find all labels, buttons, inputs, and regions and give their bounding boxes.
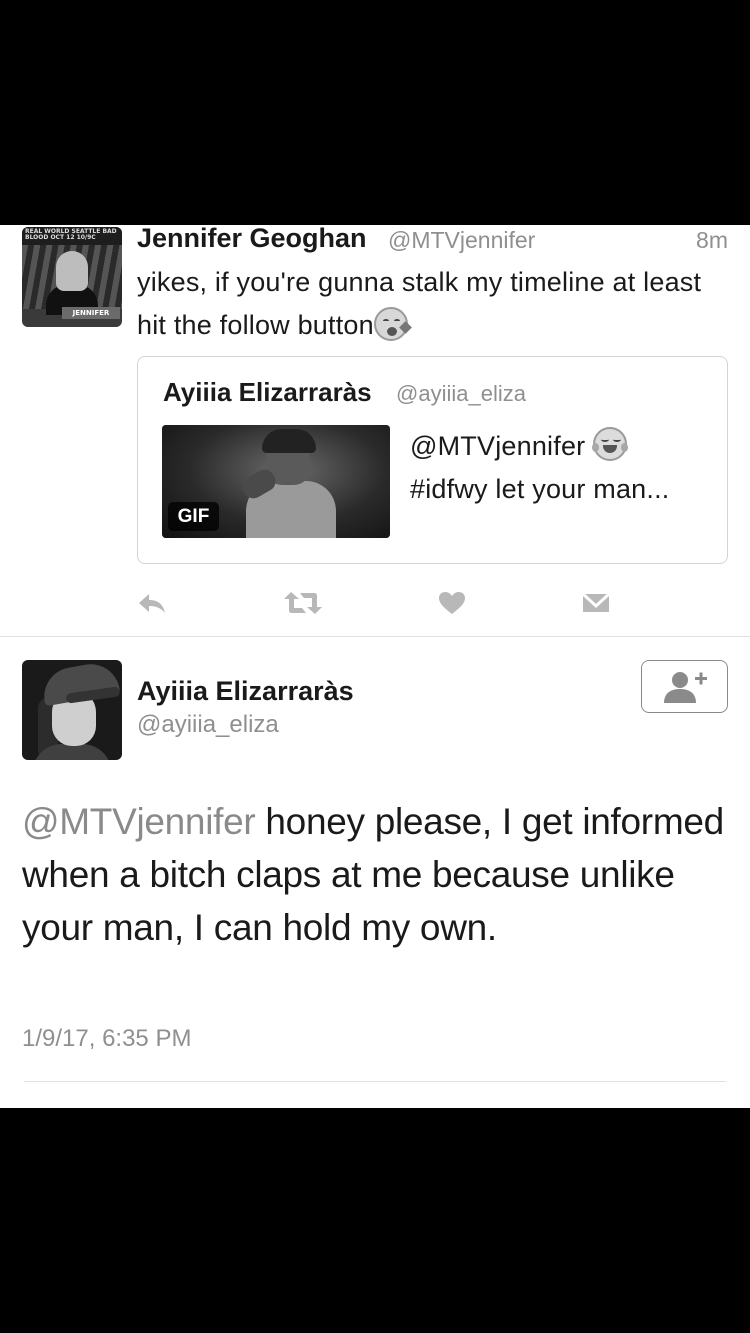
author-handle[interactable]: @MTVjennifer — [388, 227, 535, 254]
timeline-tweet[interactable]: REAL WORLD SEATTLE BAD BLOOD OCT 12 10/9… — [0, 225, 750, 637]
tweet-text-content: yikes, if you're gunna stalk my timeline… — [137, 267, 702, 340]
quoted-author-handle: @ayiiia_eliza — [396, 381, 526, 406]
like-icon[interactable] — [432, 583, 472, 623]
quoted-mention: @MTVjennifer — [410, 431, 586, 461]
retweet-icon[interactable] — [283, 583, 323, 623]
divider — [24, 1081, 726, 1082]
author-name[interactable]: Jennifer Geoghan — [137, 225, 367, 254]
detail-avatar[interactable] — [22, 660, 122, 760]
bottom-black-bar — [0, 1108, 750, 1333]
tweet-text: yikes, if you're gunna stalk my timeline… — [137, 261, 727, 347]
avatar-poster-label: JENNIFER — [62, 307, 120, 319]
follow-button[interactable] — [641, 660, 728, 713]
tweet-screen: REAL WORLD SEATTLE BAD BLOOD OCT 12 10/9… — [0, 225, 750, 1108]
quoted-gif-thumbnail[interactable]: GIF — [162, 425, 390, 538]
avatar-person-head — [56, 251, 88, 291]
detail-tweet-text: @MTVjennifer honey please, I get informe… — [22, 795, 732, 954]
detail-mention-link[interactable]: @MTVjennifer — [22, 801, 256, 842]
avatar-poster-text: REAL WORLD SEATTLE BAD BLOOD OCT 12 10/9… — [25, 228, 117, 241]
top-black-bar — [0, 0, 750, 225]
detail-author-handle[interactable]: @ayiiia_eliza — [137, 711, 279, 739]
avatar[interactable]: REAL WORLD SEATTLE BAD BLOOD OCT 12 10/9… — [22, 227, 122, 327]
detail-author-name[interactable]: Ayiiia Elizarraràs — [137, 676, 354, 707]
tears-of-joy-emoji-icon — [592, 427, 629, 461]
quoted-tweet-card[interactable]: Ayiiia Elizarraràs @ayiiia_eliza GIF @MT… — [137, 356, 728, 564]
kissing-face-emoji-icon — [373, 307, 412, 341]
quoted-author-name: Ayiiia Elizarraràs — [163, 377, 372, 407]
gif-figure-hair — [262, 429, 316, 453]
reply-icon[interactable] — [132, 583, 172, 623]
direct-message-icon[interactable] — [576, 583, 616, 623]
quoted-text-line2: #idfwy let your man... — [410, 474, 670, 504]
quoted-tweet-text: @MTVjennifer #idfwy let your man... — [410, 425, 710, 511]
add-user-icon — [663, 671, 707, 703]
detail-timestamp: 1/9/17, 6:35 PM — [22, 1025, 192, 1052]
tweet-actions — [0, 583, 750, 627]
tweet-timestamp: 8m — [696, 227, 728, 253]
gif-badge: GIF — [168, 502, 219, 531]
